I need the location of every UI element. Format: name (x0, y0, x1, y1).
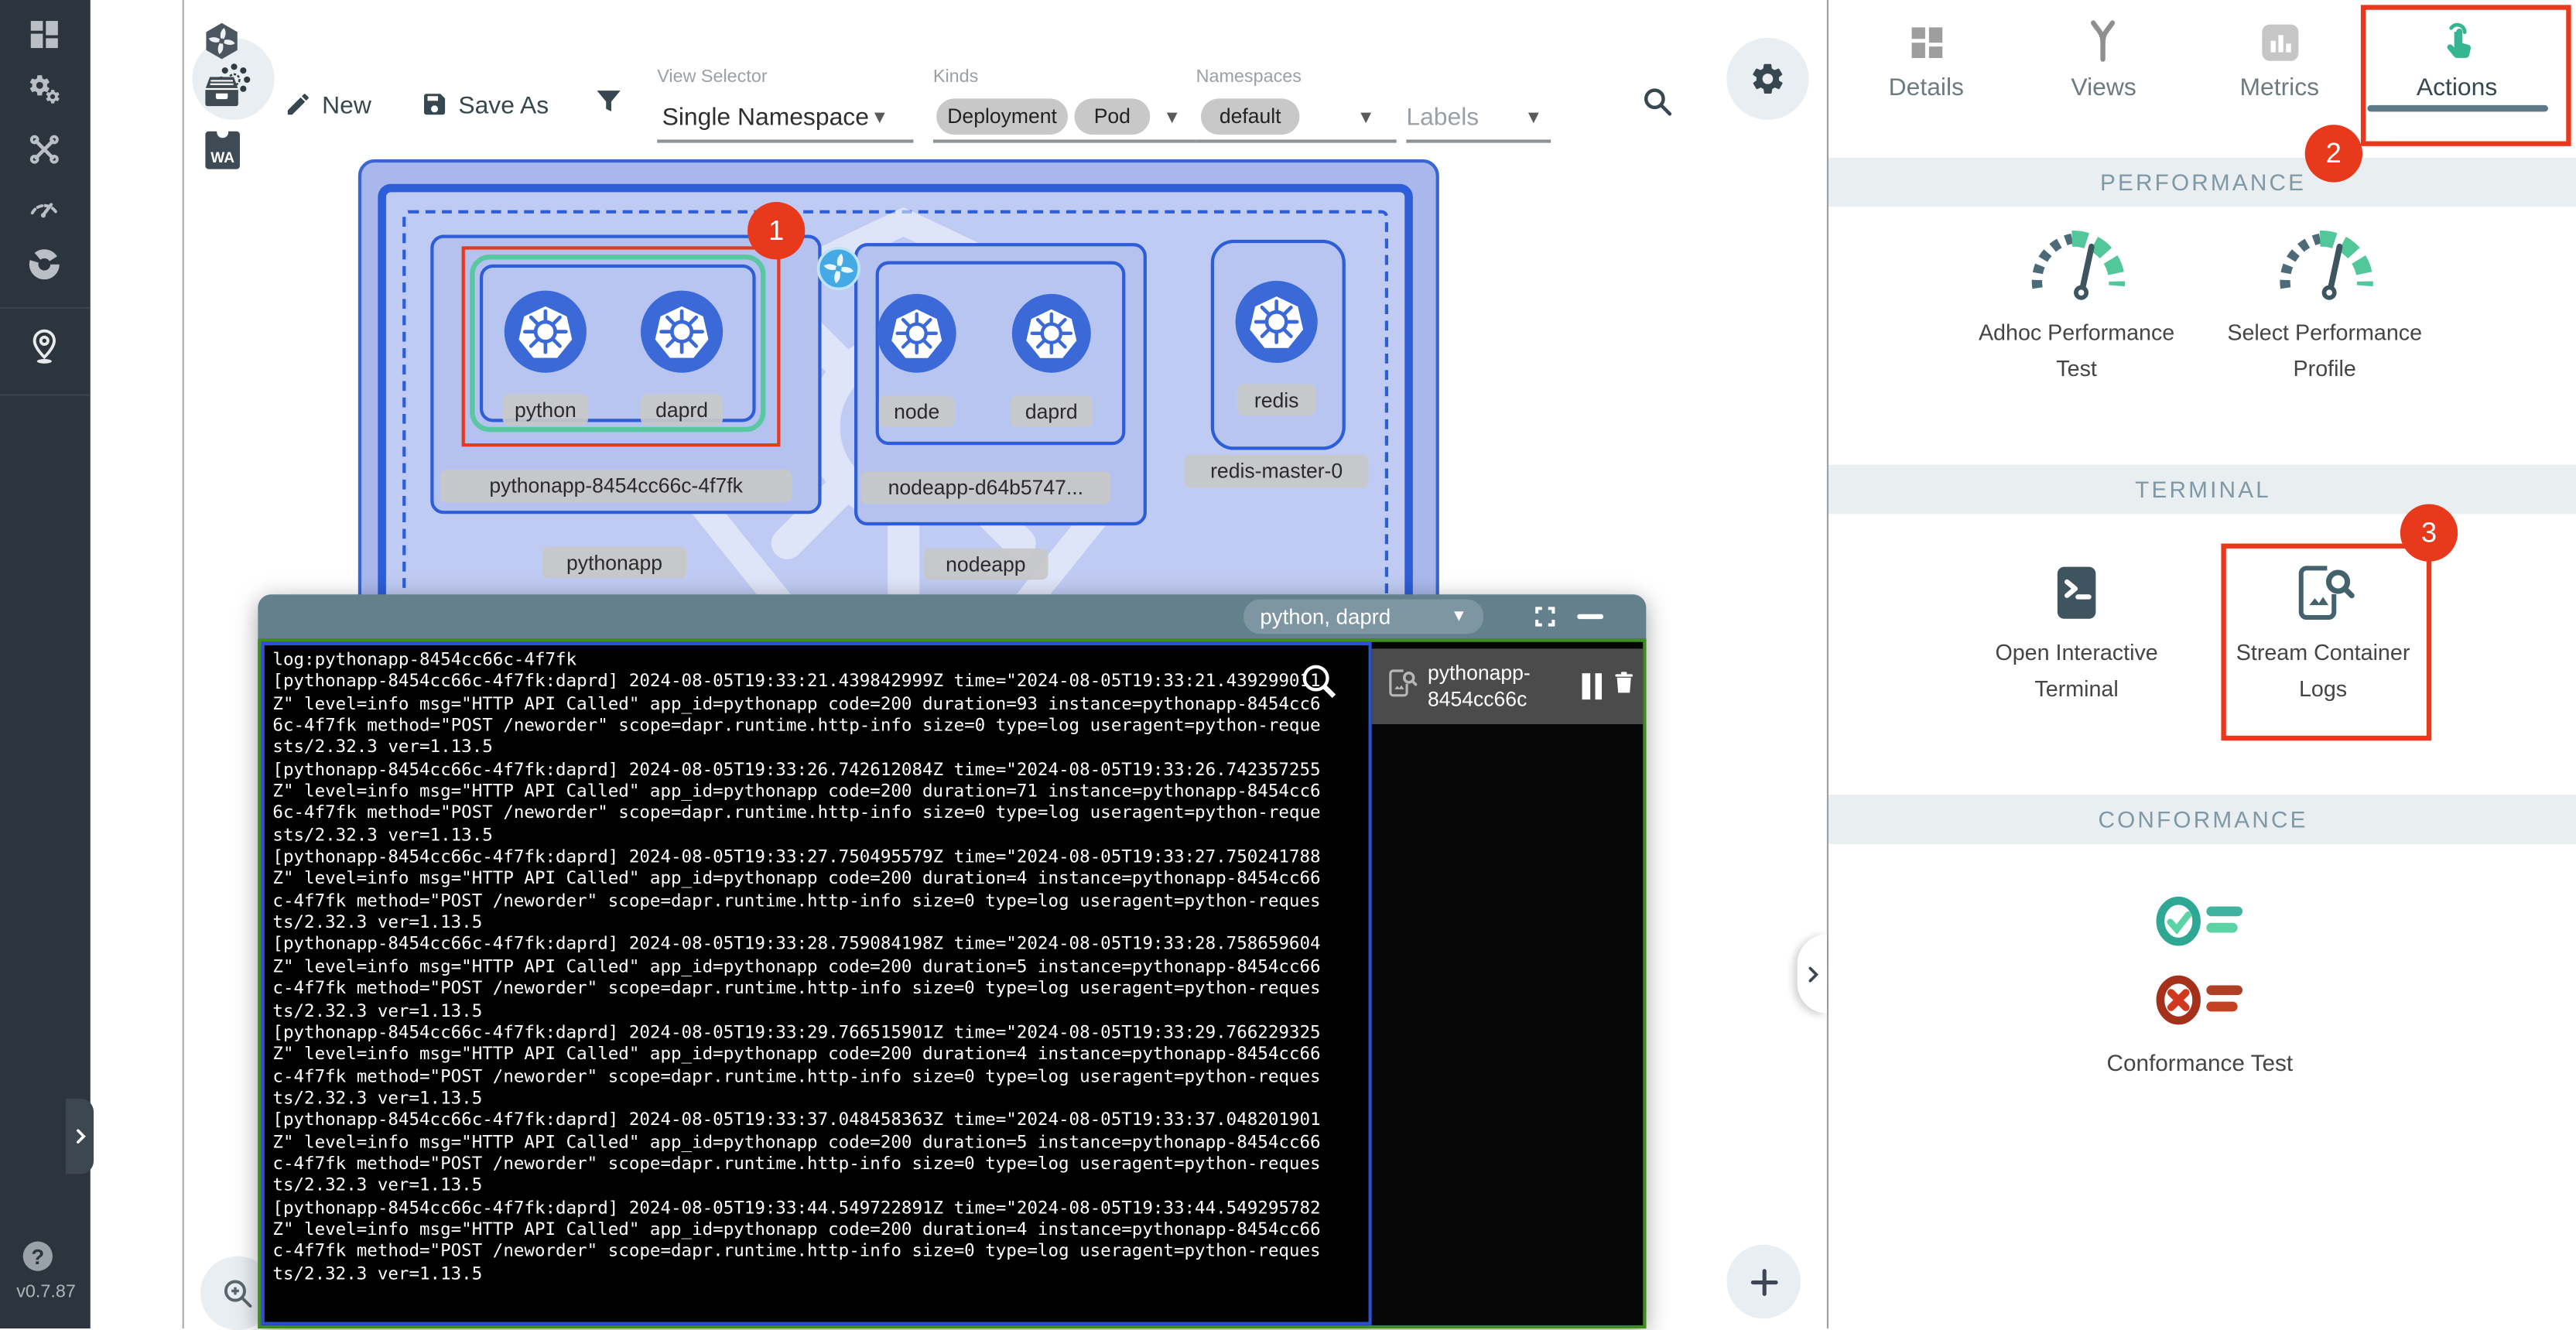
conformance-pass-icon (2144, 884, 2256, 959)
kinds-label: Kinds (933, 67, 978, 87)
tab-metrics[interactable]: Metrics (2191, 74, 2367, 102)
details-tab-icon (1904, 19, 1950, 65)
tab-details[interactable]: Details (1839, 74, 2014, 102)
conformance-fail-icon (2144, 962, 2256, 1038)
container-icon-redis[interactable] (1236, 281, 1318, 363)
stream-item-label: pythonapp-8454cc66c (1428, 660, 1579, 713)
view-selector-select[interactable]: Single Namespace (662, 104, 869, 132)
conformance-test-action[interactable]: Conformance Test (2068, 1045, 2331, 1081)
log-search-icon[interactable] (1299, 662, 1339, 709)
select-performance-profile-action[interactable]: Select Performance Profile (2193, 316, 2456, 388)
annotation-rect-stream-logs (2221, 544, 2431, 741)
container-label: daprd (1011, 395, 1093, 426)
webassembly-icon[interactable]: WA (205, 132, 240, 169)
log-terminal-window: python, daprd ▼ log:pythonapp-8454cc66c-… (258, 594, 1646, 1328)
version-label: v0.7.87 (16, 1283, 76, 1302)
dapr-badge-icon (816, 246, 860, 290)
add-button[interactable] (1726, 1245, 1801, 1319)
dashboard-icon[interactable] (26, 16, 63, 53)
annotation-badge-2: 2 (2305, 125, 2362, 182)
pod-label: redis-master-0 (1185, 455, 1369, 487)
toolbar: New Save As View Selector Single Namespa… (183, 0, 1827, 159)
pencil-icon (284, 91, 312, 118)
gauge-icon (2014, 217, 2139, 309)
kind-chip-pod[interactable]: Pod (1075, 98, 1151, 135)
location-pin-icon[interactable] (25, 325, 61, 361)
chevron-down-icon[interactable]: ▼ (1163, 108, 1181, 128)
mesh-segments-icon[interactable] (26, 246, 63, 282)
metrics-tab-icon (2257, 19, 2303, 65)
terminal-body: log:pythonapp-8454cc66c-4f7fk [pythonapp… (258, 639, 1646, 1328)
adhoc-performance-test-action[interactable]: Adhoc Performance Test (1945, 316, 2208, 388)
save-as-button[interactable]: Save As (458, 92, 549, 120)
log-output-panel[interactable]: log:pythonapp-8454cc66c-4f7fk [pythonapp… (262, 642, 1372, 1325)
dapr-logo-icon[interactable] (202, 22, 241, 61)
trash-icon[interactable] (1610, 667, 1638, 706)
pod-label: nodeapp-d64b5747... (861, 471, 1111, 504)
tab-views[interactable]: Views (2016, 74, 2191, 102)
chevron-down-icon[interactable]: ▼ (1524, 108, 1542, 128)
kind-chip-deployment[interactable]: Deployment (936, 98, 1068, 135)
container-icon-daprd[interactable] (1012, 294, 1091, 373)
annotation-rect-pod (462, 246, 781, 446)
save-icon (421, 91, 449, 118)
app-strip: WA (91, 0, 184, 1328)
views-tab-icon (2080, 16, 2126, 66)
app-window: ? v0.7.87 WA New Save As View Selector (0, 0, 2576, 1328)
container-selector-dropdown[interactable]: python, daprd ▼ (1244, 600, 1483, 634)
annotation-badge-3: 3 (2400, 504, 2458, 562)
search-icon[interactable] (1640, 84, 1675, 118)
container-label: node (879, 395, 955, 426)
annotation-rect-actions-tab (2361, 5, 2571, 146)
gauge-icon (2263, 217, 2387, 309)
chevron-down-icon[interactable]: ▼ (871, 108, 888, 128)
minimize-icon[interactable] (1577, 614, 1603, 619)
archive-icon[interactable] (204, 76, 240, 108)
fullscreen-icon[interactable] (1533, 604, 1558, 637)
deployment-label: pythonapp (542, 547, 687, 578)
settings-gears-icon[interactable] (26, 72, 63, 108)
log-streams-panel: pythonapp-8454cc66c (1372, 642, 1643, 1325)
labels-select[interactable]: Labels (1406, 104, 1479, 132)
annotation-badge-1: 1 (747, 202, 805, 259)
chevron-down-icon[interactable]: ▼ (1357, 108, 1375, 128)
filter-funnel-icon[interactable] (593, 85, 624, 116)
chevron-down-icon: ▼ (1451, 607, 1467, 625)
performance-gauge-icon[interactable] (26, 189, 63, 225)
tools-icon[interactable] (26, 132, 63, 168)
new-button[interactable]: New (322, 92, 371, 120)
conformance-section-header: CONFORMANCE (1829, 795, 2576, 844)
log-text: log:pythonapp-8454cc66c-4f7fk [pythonapp… (265, 645, 1369, 1286)
namespace-chip-default[interactable]: default (1201, 98, 1299, 135)
view-selector-label: View Selector (657, 67, 767, 87)
terminal-header[interactable]: python, daprd ▼ (258, 594, 1646, 638)
pause-icon[interactable] (1582, 673, 1602, 699)
container-selector-value: python, daprd (1260, 604, 1391, 629)
open-interactive-terminal-action[interactable]: Open Interactive Terminal (1945, 635, 2208, 707)
container-icon-node[interactable] (877, 294, 956, 373)
terminal-section-header: TERMINAL (1829, 465, 2576, 515)
container-label: redis (1237, 385, 1316, 415)
settings-button[interactable] (1726, 38, 1808, 120)
deployment-label: nodeapp (923, 549, 1048, 580)
left-rail: ? v0.7.87 (0, 0, 91, 1328)
rail-expand-handle[interactable] (66, 1099, 94, 1174)
namespaces-label: Namespaces (1196, 67, 1302, 87)
interactive-terminal-icon (2044, 559, 2109, 627)
right-panel: Details Views Metrics Actions PERFORMANC… (1827, 0, 2576, 1328)
pod-label: pythonapp-8454cc66c-4f7fk (440, 470, 792, 502)
performance-section-header: PERFORMANCE (1829, 158, 2576, 207)
stream-logs-icon (1385, 666, 1418, 707)
help-icon[interactable]: ? (23, 1242, 53, 1271)
log-stream-item[interactable]: pythonapp-8454cc66c (1372, 648, 1643, 724)
panel-collapse-handle[interactable] (1798, 935, 1827, 1014)
